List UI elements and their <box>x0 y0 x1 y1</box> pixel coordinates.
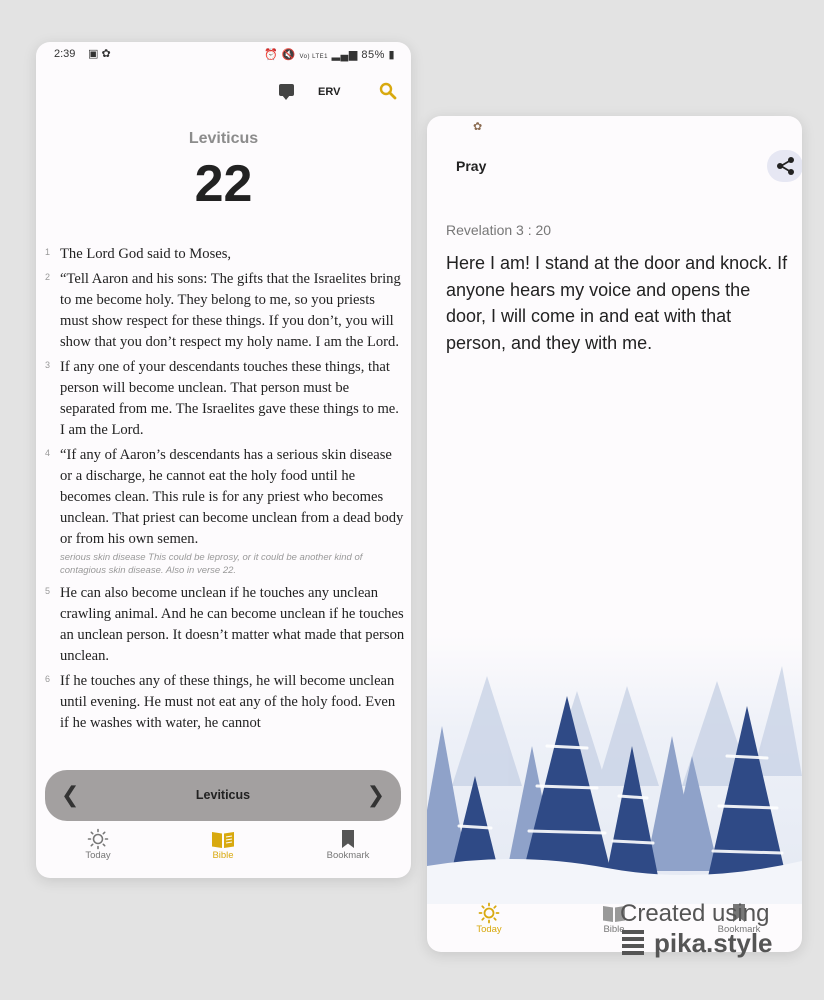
notification-icon: ✿ <box>473 121 483 133</box>
tab-label: Bookmark <box>326 850 370 861</box>
sun-icon <box>87 828 109 850</box>
bible-reader-screen: 2:39 ▣ ✿ ⏰ 🔇 Vo) LTE1 ▂▄▆ 85% ▮ ERV Levi… <box>36 42 411 878</box>
tab-label: Today <box>85 850 111 861</box>
bookmark-icon <box>342 830 354 848</box>
notification-icons: ▣ ✿ <box>88 48 111 60</box>
status-indicators: ⏰ 🔇 Vo) LTE1 ▂▄▆ 85% ▮ <box>263 49 395 61</box>
book-open-icon <box>212 832 234 848</box>
chapter-number: 22 <box>194 155 253 213</box>
verse-text: “Tell Aaron and his sons: The gifts that… <box>60 271 401 350</box>
sun-icon <box>478 902 500 924</box>
status-time: 2:39 <box>54 48 76 60</box>
chapter-nav-bar: ❮ Leviticus ❯ <box>45 770 401 821</box>
verse-number: 6 <box>45 674 51 684</box>
bottom-navigation: Today Bible Bookmark <box>36 826 411 878</box>
verse-number: 5 <box>45 586 51 596</box>
verse: 2 “Tell Aaron and his sons: The gifts th… <box>36 269 411 353</box>
reader-toolbar: ERV <box>36 78 411 112</box>
verse-text: If any one of your descendants touches t… <box>60 359 399 438</box>
status-bar: 2:39 ▣ ✿ ⏰ 🔇 Vo) LTE1 ▂▄▆ 85% ▮ <box>36 42 411 68</box>
verse-number: 2 <box>45 272 51 282</box>
tab-bookmark[interactable]: Bookmark <box>298 826 398 861</box>
winter-forest-image <box>427 636 802 904</box>
watermark-brand: pika.style <box>654 928 773 958</box>
tab-today[interactable]: Today <box>48 826 148 861</box>
watermark: Created using pika.style <box>620 898 820 970</box>
book-title: Leviticus <box>188 130 259 147</box>
verse-number: 3 <box>45 360 51 370</box>
page-title: Pray <box>456 158 487 174</box>
daily-verse-screen: ✿ Pray Revelation 3 : 20 Here I am! I st… <box>427 116 802 952</box>
watermark-text: Created using <box>620 900 770 927</box>
stack-icon <box>622 930 644 955</box>
tab-bible[interactable]: Bible <box>173 826 273 861</box>
verse-reference: Revelation 3 : 20 <box>446 222 552 238</box>
comment-icon[interactable] <box>279 84 294 100</box>
battery-level: 85% <box>361 49 385 61</box>
verse: 1 The Lord God said to Moses, <box>36 244 411 265</box>
verse-of-day-text: Here I am! I stand at the door and knock… <box>446 253 788 353</box>
verse: 6 If he touches any of these things, he … <box>36 671 411 734</box>
verse-number: 1 <box>45 247 51 257</box>
verse: 3 If any one of your descendants touches… <box>36 357 411 441</box>
footnote: serious skin disease This could be lepro… <box>60 552 363 576</box>
version-button[interactable]: ERV <box>318 86 340 98</box>
verse: 4 “If any of Aaron’s descendants has a s… <box>36 445 411 550</box>
share-icon <box>777 157 794 175</box>
search-icon[interactable] <box>379 82 397 100</box>
tab-today[interactable]: Today <box>439 900 539 935</box>
verse: 5 He can also become unclean if he touch… <box>36 583 411 667</box>
network-label: Vo) LTE1 <box>299 54 329 60</box>
verse-text: “If any of Aaron’s descendants has a ser… <box>60 447 404 547</box>
chapter-nav-label[interactable]: Leviticus <box>45 788 401 802</box>
tab-label: Bible <box>212 850 234 861</box>
tab-label: Today <box>476 924 502 935</box>
share-button[interactable] <box>767 150 802 182</box>
verse-number: 4 <box>45 448 51 458</box>
verse-text: He can also become unclean if he touches… <box>60 585 405 664</box>
next-chapter-button[interactable]: ❯ <box>367 782 385 808</box>
verse-text: The Lord God said to Moses, <box>60 246 232 262</box>
scripture-text: 1 The Lord God said to Moses, 2 “Tell Aa… <box>36 244 411 764</box>
verse-text: If he touches any of these things, he wi… <box>60 673 396 731</box>
